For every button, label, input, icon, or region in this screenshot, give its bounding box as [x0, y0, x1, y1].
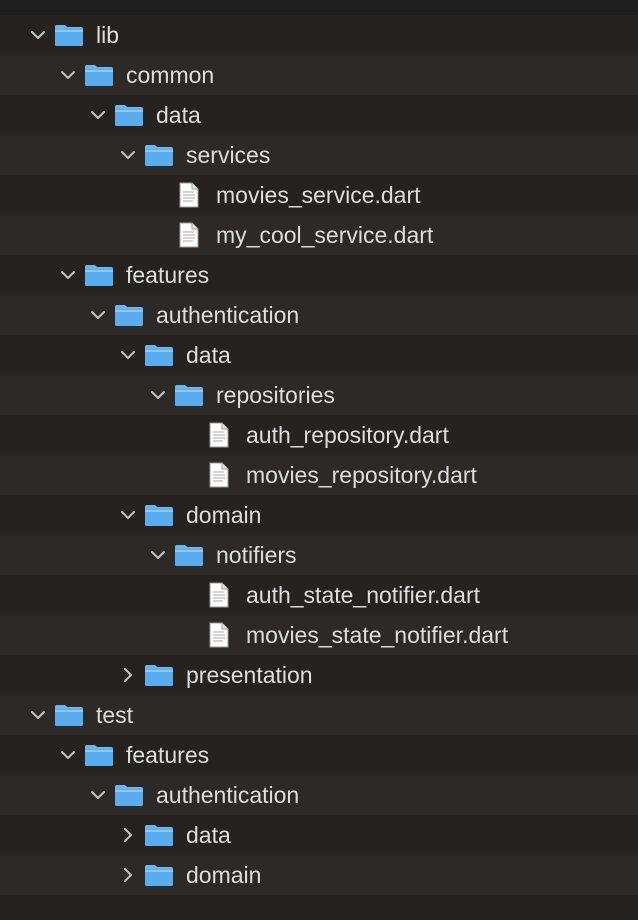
folder-icon	[144, 863, 174, 893]
tree-row-test-domain[interactable]: domain	[0, 855, 638, 895]
folder-icon	[174, 543, 204, 573]
tree-item-label: notifiers	[216, 542, 297, 568]
tree-row-movies-repository[interactable]: movies_repository.dart	[0, 455, 638, 495]
tree-row-common[interactable]: common	[0, 55, 638, 95]
chevron-down-icon[interactable]	[149, 546, 167, 564]
tree-item-label: authentication	[156, 782, 300, 808]
chevron-right-icon[interactable]	[119, 826, 137, 844]
file-tree: lib common data services movies_service.…	[0, 15, 638, 920]
chevron-down-icon[interactable]	[119, 346, 137, 364]
file-icon	[208, 582, 230, 614]
tree-item-label: data	[156, 102, 201, 128]
folder-icon	[114, 303, 144, 333]
tree-item-label: lib	[96, 22, 120, 48]
chevron-down-icon[interactable]	[59, 66, 77, 84]
tree-item-label: my_cool_service.dart	[216, 222, 434, 248]
chevron-down-icon[interactable]	[89, 106, 107, 124]
folder-icon	[54, 703, 84, 733]
tree-row-test-authentication[interactable]: authentication	[0, 775, 638, 815]
folder-icon	[144, 663, 174, 693]
chevron-down-icon[interactable]	[59, 266, 77, 284]
tree-item-label: auth_repository.dart	[246, 422, 449, 448]
tree-row-notifiers[interactable]: notifiers	[0, 535, 638, 575]
tree-row-lib[interactable]: lib	[0, 15, 638, 55]
tree-row-test[interactable]: test	[0, 695, 638, 735]
tree-item-label: domain	[186, 862, 262, 888]
tree-item-label: features	[126, 262, 210, 288]
tree-row-authentication[interactable]: authentication	[0, 295, 638, 335]
tree-item-label: movies_state_notifier.dart	[246, 622, 509, 648]
chevron-down-icon[interactable]	[89, 786, 107, 804]
tree-item-label: auth_state_notifier.dart	[246, 582, 480, 608]
tree-row-features[interactable]: features	[0, 255, 638, 295]
tree-item-label: data	[186, 822, 231, 848]
tree-item-label: data	[186, 342, 231, 368]
tree-row-services[interactable]: services	[0, 135, 638, 175]
tree-item-label: repositories	[216, 382, 335, 408]
chevron-down-icon[interactable]	[119, 146, 137, 164]
tree-row-presentation[interactable]: presentation	[0, 655, 638, 695]
empty-area	[0, 895, 638, 920]
folder-icon	[84, 743, 114, 773]
tree-row-movies-state-notifier[interactable]: movies_state_notifier.dart	[0, 615, 638, 655]
file-icon	[208, 622, 230, 654]
tree-row-auth-repository[interactable]: auth_repository.dart	[0, 415, 638, 455]
folder-icon	[144, 343, 174, 373]
tree-item-label: features	[126, 742, 210, 768]
chevron-right-icon[interactable]	[119, 666, 137, 684]
tree-row-my-cool-service[interactable]: my_cool_service.dart	[0, 215, 638, 255]
file-icon	[208, 462, 230, 494]
tree-item-label: common	[126, 62, 215, 88]
tree-item-label: presentation	[186, 662, 313, 688]
tree-item-label: domain	[186, 502, 262, 528]
folder-icon	[114, 103, 144, 133]
chevron-down-icon[interactable]	[59, 746, 77, 764]
tree-row-repositories[interactable]: repositories	[0, 375, 638, 415]
tree-row-movies-service[interactable]: movies_service.dart	[0, 175, 638, 215]
chevron-down-icon[interactable]	[89, 306, 107, 324]
folder-icon	[114, 783, 144, 813]
folder-icon	[174, 383, 204, 413]
chevron-down-icon[interactable]	[29, 26, 47, 44]
chevron-down-icon[interactable]	[149, 386, 167, 404]
chevron-down-icon[interactable]	[29, 706, 47, 724]
chevron-down-icon[interactable]	[119, 506, 137, 524]
tree-item-label: services	[186, 142, 271, 168]
tree-row-test-features[interactable]: features	[0, 735, 638, 775]
tree-item-label: test	[96, 702, 134, 728]
tree-row-auth-data[interactable]: data	[0, 335, 638, 375]
tree-row-domain[interactable]: domain	[0, 495, 638, 535]
folder-icon	[54, 23, 84, 53]
tree-item-label: authentication	[156, 302, 300, 328]
file-icon	[178, 222, 200, 254]
tree-row-auth-state-notifier[interactable]: auth_state_notifier.dart	[0, 575, 638, 615]
tree-row-test-data[interactable]: data	[0, 815, 638, 855]
folder-icon	[84, 63, 114, 93]
folder-icon	[144, 503, 174, 533]
chevron-right-icon[interactable]	[119, 866, 137, 884]
tree-row-common-data[interactable]: data	[0, 95, 638, 135]
file-icon	[208, 422, 230, 454]
tree-item-label: movies_repository.dart	[246, 462, 477, 488]
folder-icon	[144, 823, 174, 853]
folder-icon	[144, 143, 174, 173]
file-icon	[178, 182, 200, 214]
folder-icon	[84, 263, 114, 293]
tree-item-label: movies_service.dart	[216, 182, 421, 208]
